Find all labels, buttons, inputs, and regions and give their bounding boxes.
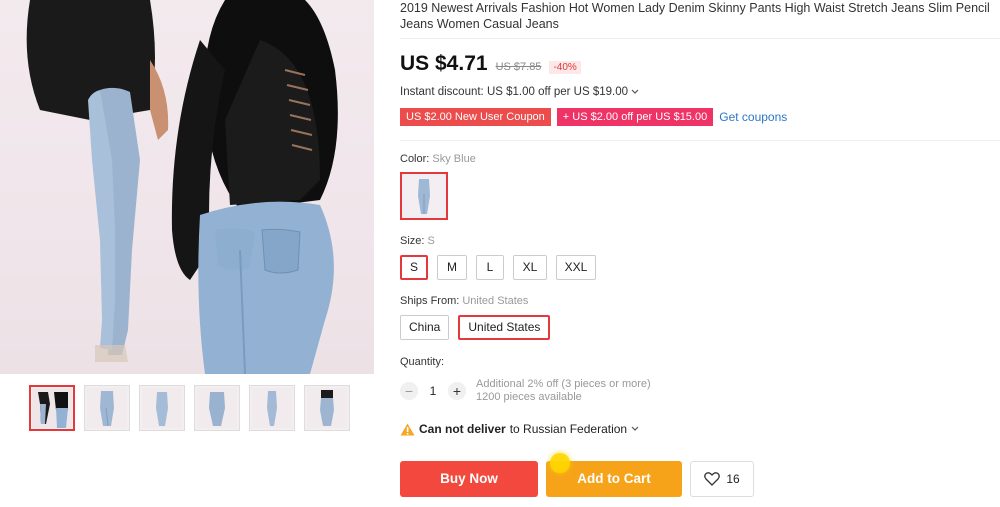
stock-available: 1200 pieces available [476, 391, 582, 403]
thumbnail-image [32, 388, 72, 428]
divider [400, 140, 1000, 141]
color-swatch-image [404, 176, 444, 216]
ships-from-label-text: Ships From: [400, 295, 460, 307]
thumbnail-5[interactable] [249, 385, 295, 431]
new-user-coupon[interactable]: US $2.00 New User Coupon [400, 108, 551, 126]
current-price: US $4.71 [400, 52, 488, 75]
bulk-discount-note: Additional 2% off (3 pieces or more) [476, 378, 651, 390]
quantity-label: Quantity: [400, 356, 445, 368]
instant-discount[interactable]: Instant discount: US $1.00 off per US $1… [400, 86, 639, 98]
product-photo [26, 0, 338, 374]
color-label-text: Color: [400, 153, 430, 165]
store-coupon[interactable]: + US $2.00 off per US $15.00 [556, 108, 714, 126]
ships-from-value: United States [462, 295, 529, 307]
size-value: S [427, 235, 435, 247]
cursor-highlight [550, 453, 570, 473]
size-option-l[interactable]: L [476, 255, 504, 280]
title-divider [400, 38, 1000, 39]
get-coupons-link[interactable]: Get coupons [719, 110, 787, 124]
product-title: 2019 Newest Arrivals Fashion Hot Women L… [400, 1, 990, 31]
size-option-xxl[interactable]: XXL [556, 255, 596, 280]
discount-badge: -40% [549, 61, 581, 74]
main-product-image[interactable] [0, 0, 374, 374]
coupon-row: US $2.00 New User Coupon + US $2.00 off … [400, 108, 787, 126]
quantity-note: Additional 2% off (3 pieces or more) 120… [476, 378, 651, 404]
quantity-minus-button[interactable]: − [400, 382, 418, 400]
color-swatch-sky-blue[interactable] [400, 172, 448, 220]
thumbnail-image [87, 388, 127, 428]
delivery-warning[interactable]: Can not deliver to Russian Federation [400, 422, 639, 436]
add-to-cart-button[interactable]: Add to Cart [546, 453, 682, 497]
quantity-stepper: − 1 + Additional 2% off (3 pieces or mor… [400, 378, 651, 404]
add-to-cart-label: Add to Cart [577, 471, 651, 486]
original-price: US $7.85 [495, 61, 542, 73]
thumbnail-strip [29, 385, 350, 431]
chevron-down-icon [631, 89, 639, 94]
wishlist-button[interactable]: 16 [690, 461, 754, 497]
delivery-warning-bold: Can not deliver [419, 422, 506, 436]
size-option-xl[interactable]: XL [513, 255, 547, 280]
thumbnail-6[interactable] [304, 385, 350, 431]
color-label: Color: Sky Blue [400, 153, 476, 165]
thumbnail-1[interactable] [29, 385, 75, 431]
ships-from-options: China United States [400, 315, 551, 340]
quantity-plus-button[interactable]: + [448, 382, 466, 400]
size-label: Size: S [400, 235, 435, 247]
wishlist-count: 16 [726, 472, 740, 486]
product-info: 2019 Newest Arrivals Fashion Hot Women L… [400, 0, 1000, 32]
quantity-value[interactable]: 1 [418, 384, 448, 398]
thumbnail-image [142, 388, 182, 428]
thumbnail-image [252, 388, 292, 428]
delivery-destination: to Russian Federation [509, 422, 628, 436]
ships-from-label: Ships From: United States [400, 295, 528, 307]
size-option-s[interactable]: S [400, 255, 428, 280]
size-option-m[interactable]: M [437, 255, 467, 280]
thumbnail-3[interactable] [139, 385, 185, 431]
warning-icon [400, 423, 415, 435]
price-row: US $4.71 US $7.85 -40% [400, 52, 581, 76]
ships-option-united-states[interactable]: United States [458, 315, 551, 340]
thumbnail-2[interactable] [84, 385, 130, 431]
buy-now-button[interactable]: Buy Now [400, 461, 538, 497]
thumbnail-image [197, 388, 237, 428]
size-options: S M L XL XXL [400, 255, 596, 280]
chevron-down-icon [631, 426, 639, 431]
thumbnail-image [307, 388, 347, 428]
heart-icon [704, 472, 721, 486]
color-value: Sky Blue [432, 153, 476, 165]
instant-discount-text: Instant discount: US $1.00 off per US $1… [400, 86, 629, 98]
size-label-text: Size: [400, 235, 425, 247]
ships-option-china[interactable]: China [400, 315, 450, 340]
thumbnail-4[interactable] [194, 385, 240, 431]
